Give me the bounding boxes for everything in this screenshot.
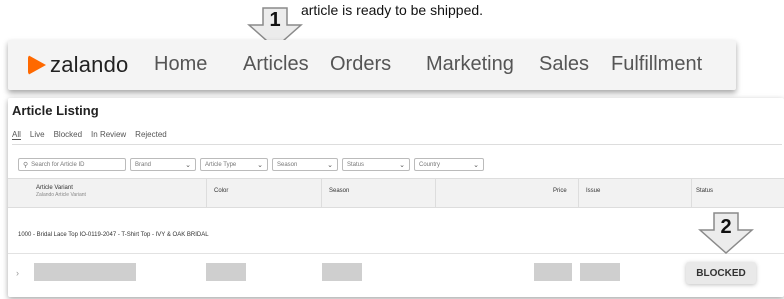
status-select[interactable]: Status ⌄ [342, 158, 410, 171]
redacted-color [206, 263, 246, 281]
table-header: Article Variant Zalando Article Variant … [8, 178, 784, 208]
brand-select[interactable]: Brand ⌄ [130, 158, 196, 171]
logo-text: zalando [50, 52, 129, 77]
search-icon: ⚲ [23, 161, 29, 169]
brand-label: Brand [135, 161, 152, 168]
redacted-article-variant [34, 263, 136, 281]
chevron-down-icon: ⌄ [327, 161, 333, 169]
country-label: Country [419, 161, 441, 168]
redacted-issue [580, 263, 620, 281]
nav-orders[interactable]: Orders [330, 53, 391, 76]
nav-fulfillment[interactable]: Fulfillment [611, 53, 702, 76]
column-header-status[interactable]: Status [696, 188, 713, 194]
country-select[interactable]: Country ⌄ [414, 158, 484, 171]
column-divider [578, 179, 579, 207]
status-tabs: All Live Blocked In Review Rejected [12, 130, 167, 140]
chevron-down-icon: ⌄ [399, 161, 405, 169]
redacted-season [322, 263, 362, 281]
tab-all[interactable]: All [12, 130, 21, 140]
chevron-right-icon[interactable]: › [16, 268, 19, 278]
column-label: Article Variant [36, 185, 73, 191]
table-row[interactable]: › BLOCKED [8, 253, 784, 294]
season-select[interactable]: Season ⌄ [272, 158, 338, 171]
instruction-caption: article is ready to be shipped. [300, 2, 484, 18]
column-sublabel: Zalando Article Variant [36, 192, 86, 198]
top-navigation: zalando Home Articles Orders Marketing S… [8, 40, 736, 90]
callout-number-1: 1 [269, 9, 281, 31]
column-divider [691, 179, 692, 207]
search-placeholder: Search for Article ID [31, 161, 85, 168]
status-label: Status [347, 161, 365, 168]
column-header-article-variant[interactable]: Article Variant Zalando Article Variant [36, 185, 86, 198]
tab-rejected[interactable]: Rejected [135, 130, 167, 140]
chevron-down-icon: ⌄ [473, 161, 479, 169]
nav-articles[interactable]: Articles [243, 53, 309, 76]
chevron-down-icon: ⌄ [185, 161, 191, 169]
column-divider [206, 179, 207, 207]
search-input[interactable]: ⚲ Search for Article ID [18, 158, 126, 171]
status-badge: BLOCKED [686, 262, 756, 284]
nav-home[interactable]: Home [154, 53, 207, 76]
zalando-logo-icon [28, 55, 46, 75]
redacted-price [534, 263, 572, 281]
column-header-season[interactable]: Season [329, 188, 349, 194]
article-group-label: 1000 - Bridal Lace Top IO-0119-2047 - T-… [18, 232, 209, 238]
tab-live[interactable]: Live [30, 130, 45, 140]
column-header-price[interactable]: Price [553, 188, 567, 194]
tabs-divider [12, 144, 782, 145]
chevron-down-icon: ⌄ [257, 161, 263, 169]
callout-number-2: 2 [720, 216, 732, 238]
tab-blocked[interactable]: Blocked [54, 130, 82, 140]
column-divider [435, 179, 436, 207]
season-label: Season [277, 161, 298, 168]
nav-marketing[interactable]: Marketing [426, 53, 514, 76]
column-header-color[interactable]: Color [214, 188, 228, 194]
page-title: Article Listing [12, 103, 99, 118]
article-listing-panel: Article Listing All Live Blocked In Revi… [8, 98, 784, 297]
zalando-logo[interactable]: zalando [28, 52, 128, 78]
nav-sales[interactable]: Sales [539, 53, 589, 76]
filter-bar: ⚲ Search for Article ID Brand ⌄ Article … [18, 158, 484, 171]
column-divider [321, 179, 322, 207]
callout-2: 2 [698, 212, 754, 254]
article-type-select[interactable]: Article Type ⌄ [200, 158, 268, 171]
article-type-label: Article Type [205, 161, 237, 168]
tab-in-review[interactable]: In Review [91, 130, 126, 140]
column-header-issue[interactable]: Issue [586, 188, 600, 194]
